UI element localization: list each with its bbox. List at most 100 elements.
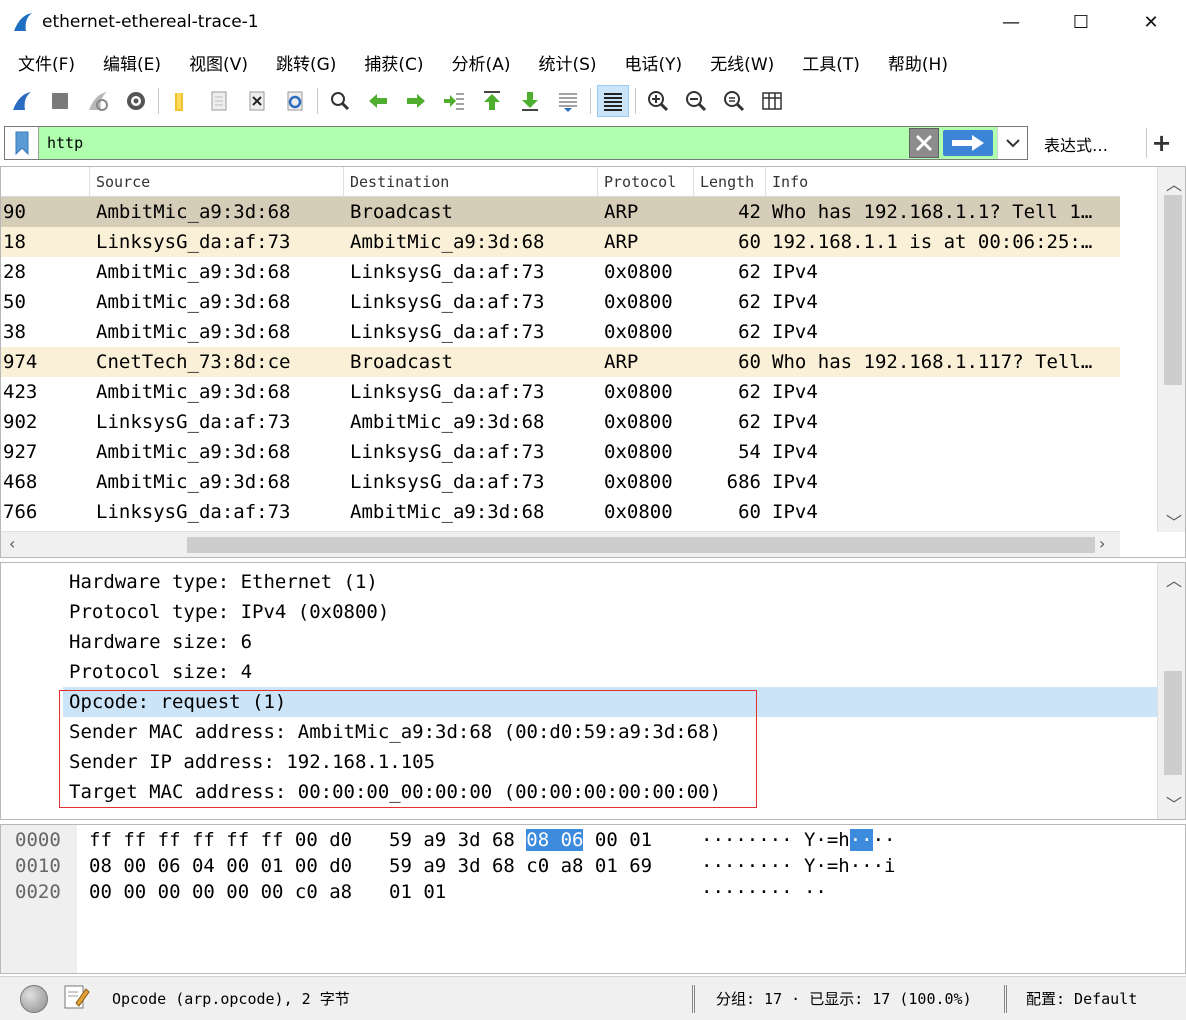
menu-wireless[interactable]: 无线(W) [696,50,788,75]
scroll-up-icon[interactable]: ︿ [1166,567,1182,591]
packet-row[interactable]: 902 LinksysG_da:af:73 AmbitMic_a9:3d:68 0x0… [1,407,1120,437]
maximize-button[interactable]: ☐ [1046,0,1116,44]
close-file-icon[interactable] [241,85,273,117]
capture-options-icon[interactable] [120,85,152,117]
scroll-right-icon[interactable]: › [1099,534,1105,553]
menu-analyze[interactable]: 分析(A) [438,50,525,75]
hex-bytes-right[interactable]: 59 a9 3d 68 08 06 00 01 [389,827,652,853]
scrollbar-thumb[interactable] [1164,671,1182,775]
hex-bytes-right[interactable]: 01 01 [389,879,446,905]
scroll-down-icon[interactable]: ﹀ [1166,509,1182,533]
forward-arrow-icon[interactable] [400,85,432,117]
packet-row[interactable]: 766 LinksysG_da:af:73 AmbitMic_a9:3d:68 0x0… [1,497,1120,527]
column-header-protocol[interactable]: Protocol [597,167,693,197]
menu-telephony[interactable]: 电话(Y) [611,50,697,75]
cell-length: 60 [738,351,761,373]
menu-statistics[interactable]: 统计(S) [524,50,610,75]
packet-list-vertical-scrollbar[interactable]: ︿ ﹀ [1157,167,1185,532]
reload-icon[interactable] [279,85,311,117]
display-filter-input-box[interactable]: http [4,126,1028,160]
detail-field-line[interactable]: Sender MAC address: AmbitMic_a9:3d:68 (0… [63,717,721,747]
menu-help[interactable]: 帮助(H) [874,50,962,75]
packet-row[interactable]: 18 LinksysG_da:af:73 AmbitMic_a9:3d:68 ARP 6… [1,227,1120,257]
first-packet-icon[interactable] [476,85,508,117]
scroll-up-icon[interactable]: ︿ [1166,171,1182,195]
menu-view[interactable]: 视图(V) [175,50,262,75]
packet-row[interactable]: 423 AmbitMic_a9:3d:68 LinksysG_da:af:73 0x0… [1,377,1120,407]
apply-filter-arrow-icon[interactable] [943,130,993,156]
packet-list-horizontal-scrollbar[interactable]: ‹ › [1,531,1120,557]
scroll-left-icon[interactable]: ‹ [9,534,15,553]
detail-field-line[interactable]: Sender IP address: 192.168.1.105 [63,747,435,777]
close-button[interactable]: ✕ [1116,0,1186,44]
cell-protocol: ARP [604,231,639,253]
capture-comment-icon[interactable] [62,983,90,1015]
expert-info-status-icon[interactable] [20,985,48,1013]
detail-field-line[interactable]: Target MAC address: 00:00:00_00:00:00 (0… [63,777,721,807]
ascii-bytes[interactable]: ········ ·· [701,879,827,905]
go-to-packet-icon[interactable] [438,85,470,117]
find-icon[interactable] [324,85,356,117]
cell-destination: LinksysG_da:af:73 [350,291,545,313]
restart-icon[interactable] [82,85,114,117]
packet-row[interactable]: 974 CnetTech_73:8d:ce Broadcast ARP 60 Who ha… [1,347,1120,377]
column-header-length[interactable]: Length [693,167,765,197]
back-arrow-icon[interactable] [362,85,394,117]
normal-size-icon[interactable] [718,85,750,117]
stop-icon[interactable] [44,85,76,117]
cell-source: LinksysG_da:af:73 [96,501,291,523]
zoom-in-icon[interactable] [642,85,674,117]
cell-length: 62 [738,411,761,433]
detail-field-line[interactable]: Opcode: request (1) [63,687,1157,717]
shark-fin-icon[interactable] [6,85,38,117]
scroll-down-icon[interactable]: ﹀ [1166,791,1182,815]
file-icon[interactable] [203,85,235,117]
menu-go[interactable]: 跳转(G) [262,50,350,75]
cell-time: 423 [3,381,38,403]
column-header-source[interactable]: Source [89,167,343,197]
packet-row[interactable]: 50 AmbitMic_a9:3d:68 LinksysG_da:af:73 0x08… [1,287,1120,317]
column-header-destination[interactable]: Destination [343,167,597,197]
add-filter-button[interactable]: + [1146,128,1176,158]
hex-bytes-left[interactable]: 00 00 00 00 00 00 c0 a8 [89,879,352,905]
selected-field-info: Opcode (arp.opcode), 2 字节 [112,990,350,1008]
scrollbar-thumb[interactable] [1164,195,1182,385]
ascii-bytes[interactable]: ········ Y·=h···· [701,827,896,853]
ascii-bytes[interactable]: ········ Y·=h···i [701,853,895,879]
last-packet-icon[interactable] [514,85,546,117]
packet-row[interactable]: 90 AmbitMic_a9:3d:68 Broadcast ARP 42 Who has… [1,197,1120,227]
scrollbar-thumb[interactable] [187,537,1095,553]
packet-row[interactable]: 927 AmbitMic_a9:3d:68 LinksysG_da:af:73 0x0… [1,437,1120,467]
colorize-icon[interactable] [597,85,629,117]
resize-columns-icon[interactable] [756,85,788,117]
filter-history-chevron-down-icon[interactable] [997,127,1027,159]
bookmark-icon[interactable] [5,127,39,159]
open-folder-icon[interactable] [165,85,197,117]
packet-row[interactable]: 38 AmbitMic_a9:3d:68 LinksysG_da:af:73 0x08… [1,317,1120,347]
cell-length: 60 [738,501,761,523]
detail-field-line[interactable]: Hardware size: 6 [63,627,252,657]
detail-field-line[interactable]: Protocol size: 4 [63,657,252,687]
minimize-button[interactable]: — [976,0,1046,44]
profile-info[interactable]: 配置: Default [1026,977,1137,1020]
expression-button[interactable]: 表达式… [1044,132,1108,156]
zoom-out-icon[interactable] [680,85,712,117]
menu-edit[interactable]: 编辑(E) [89,50,175,75]
menu-file[interactable]: 文件(F) [4,50,89,75]
packet-row[interactable]: 28 AmbitMic_a9:3d:68 LinksysG_da:af:73 0x08… [1,257,1120,287]
menu-capture[interactable]: 捕获(C) [350,50,437,75]
hex-bytes-left[interactable]: 08 00 06 04 00 01 00 d0 [89,853,352,879]
detail-field-line[interactable]: Protocol type: IPv4 (0x0800) [63,597,389,627]
packet-row[interactable]: 468 AmbitMic_a9:3d:68 LinksysG_da:af:73 0x0… [1,467,1120,497]
cell-source: AmbitMic_a9:3d:68 [96,291,291,313]
column-header-info[interactable]: Info [765,167,1120,197]
menu-tools[interactable]: 工具(T) [788,50,874,75]
details-vertical-scrollbar[interactable]: ︿ ﹀ [1157,563,1185,819]
display-filter-input[interactable]: http [39,134,909,152]
clear-filter-icon[interactable] [909,128,939,158]
hex-bytes-right[interactable]: 59 a9 3d 68 c0 a8 01 69 [389,853,652,879]
ascii-segment: ········ Y·=h [701,829,850,851]
autoscroll-icon[interactable] [552,85,584,117]
detail-field-line[interactable]: Hardware type: Ethernet (1) [63,567,378,597]
hex-bytes-left[interactable]: ff ff ff ff ff ff 00 d0 [89,827,352,853]
